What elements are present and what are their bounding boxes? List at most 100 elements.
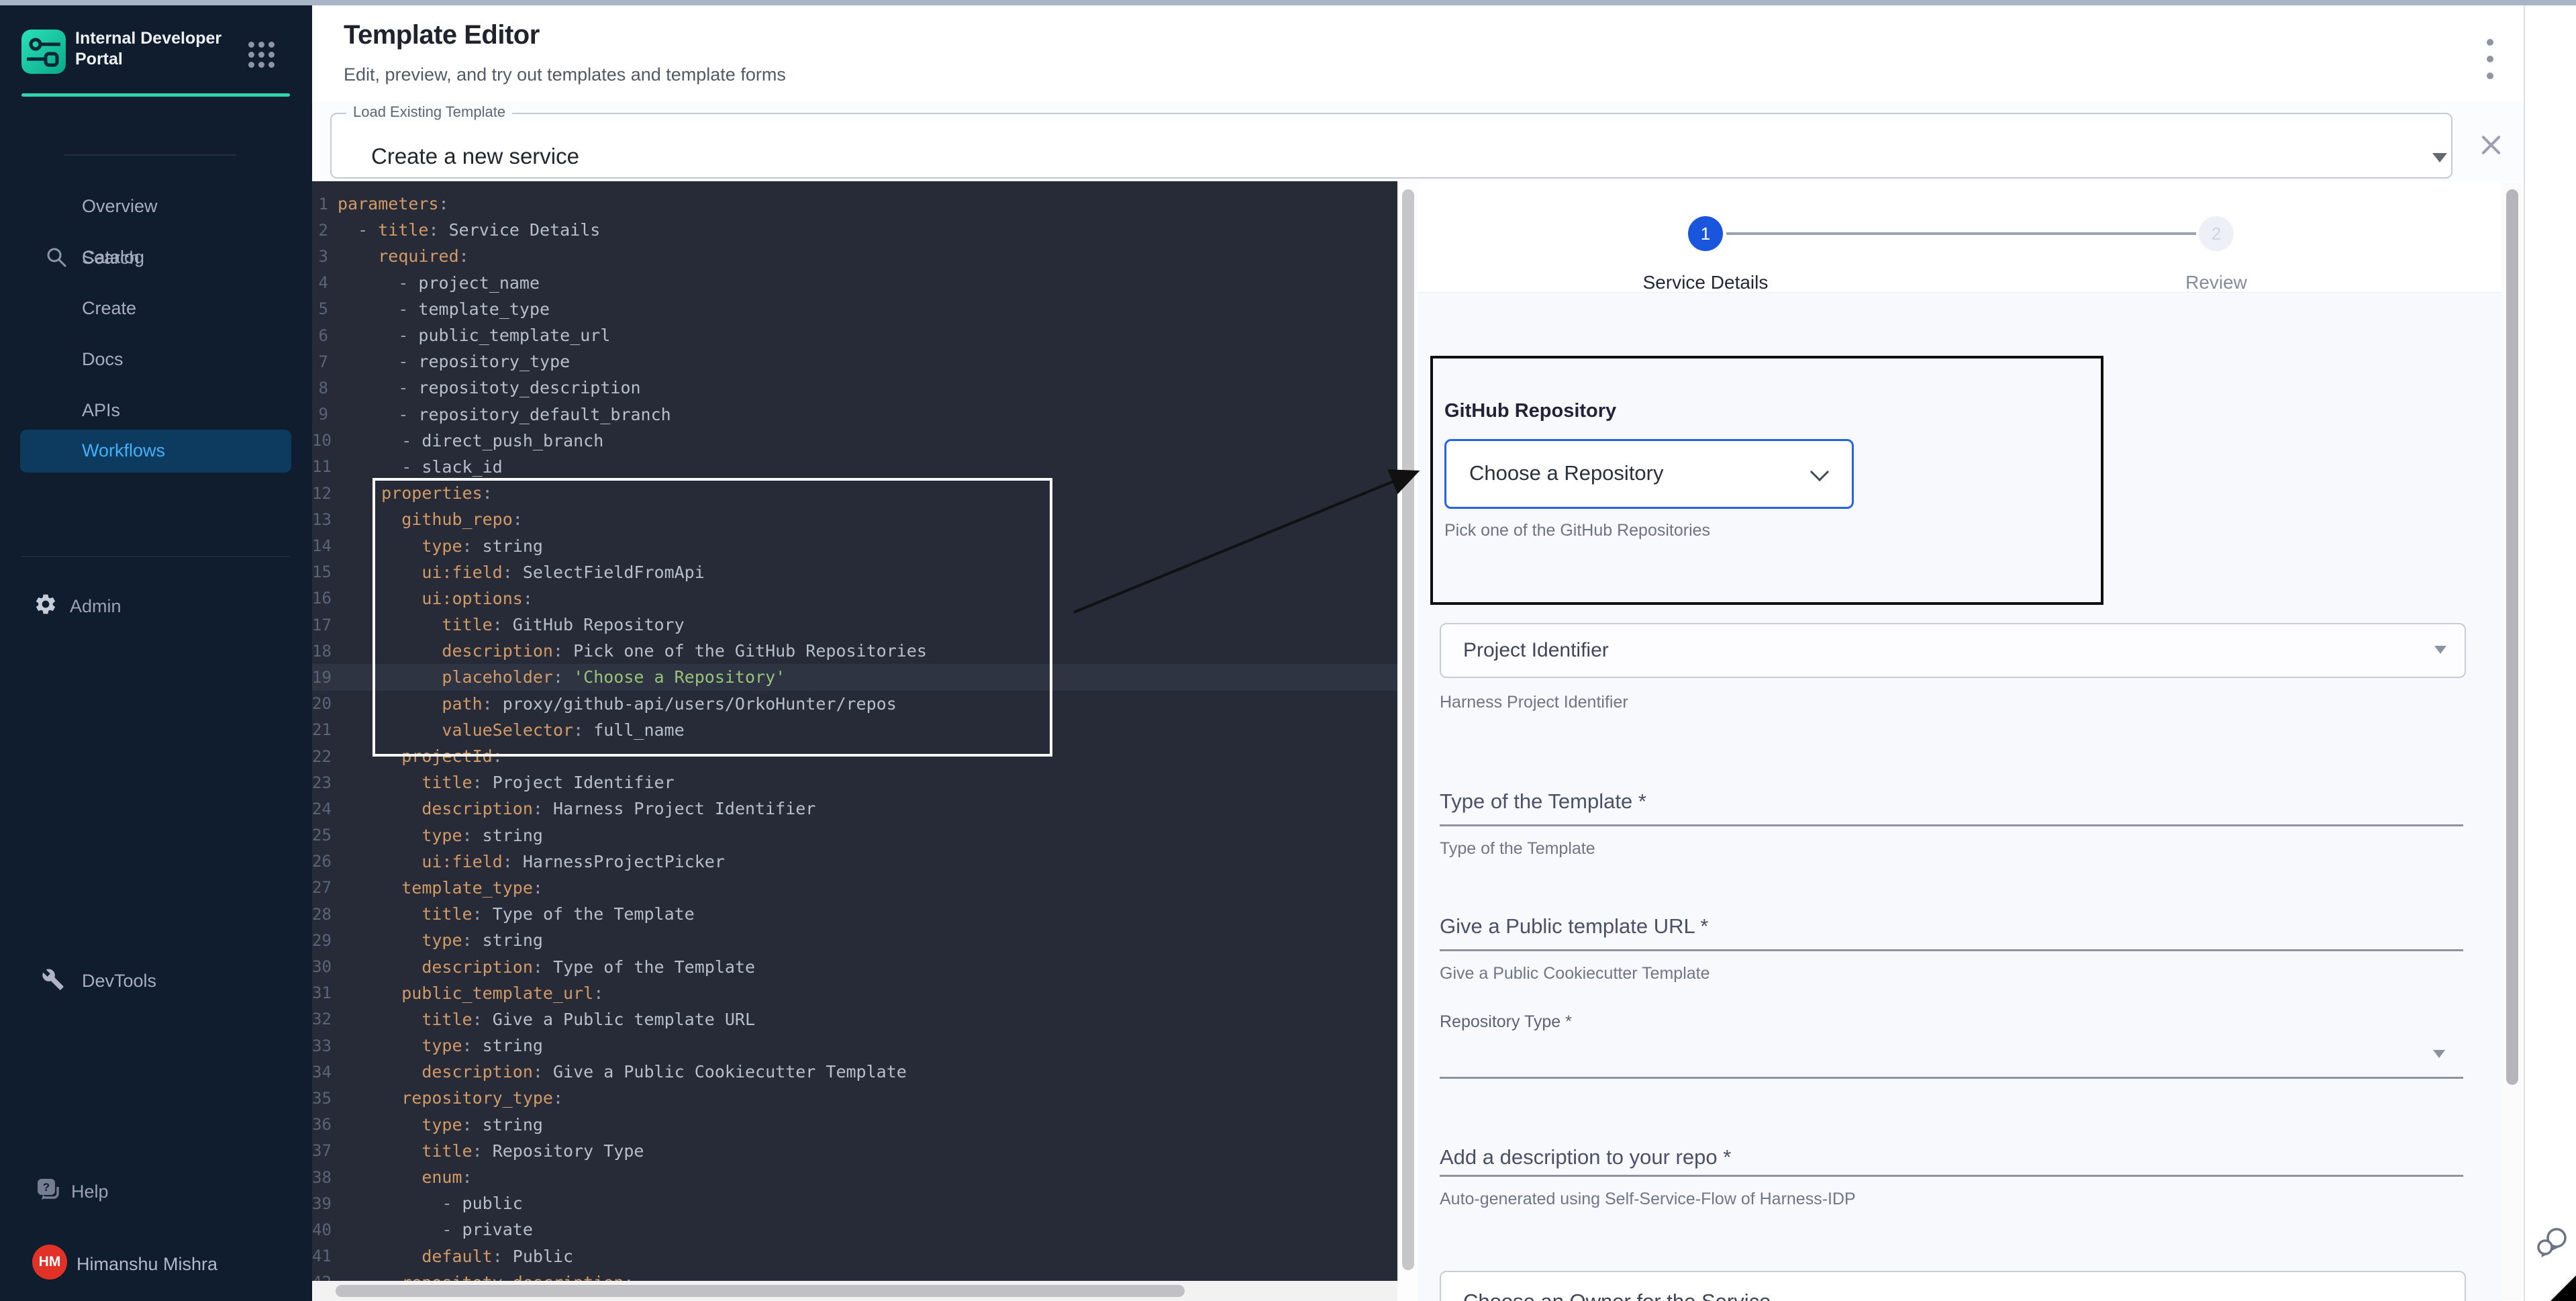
line-number: 34 xyxy=(312,1063,332,1081)
code-line[interactable]: 32 title: Give a Public template URL xyxy=(312,1006,1397,1032)
code-text: default: Public xyxy=(332,1247,573,1266)
app-title: Internal Developer Portal xyxy=(75,28,256,70)
sidebar-item-docs[interactable]: Docs xyxy=(0,340,312,379)
kebab-menu-icon[interactable] xyxy=(2477,39,2504,86)
close-icon[interactable] xyxy=(2479,134,2502,156)
code-line[interactable]: 26 ui:field: HarnessProjectPicker xyxy=(312,849,1397,875)
code-text: repository_type: xyxy=(332,1088,563,1108)
code-text: - slack_id xyxy=(332,457,503,477)
sidebar-item-apis[interactable]: APIs xyxy=(0,391,312,430)
editor-vertical-scrollbar-thumb[interactable] xyxy=(1402,189,1414,1270)
code-text: title: Project Identifier xyxy=(332,773,675,792)
code-text: type: string xyxy=(332,930,543,950)
service-owner-select[interactable]: Choose an Owner for the Service xyxy=(1440,1271,2466,1301)
code-line[interactable]: 10 - direct_push_branch xyxy=(312,428,1397,454)
code-line[interactable]: 36 type: string xyxy=(312,1112,1397,1138)
code-text: description: Give a Public Cookiecutter … xyxy=(332,1062,907,1081)
template-form-preview xyxy=(1418,181,2501,1301)
sidebar-item-admin[interactable]: Admin xyxy=(70,596,121,617)
code-line[interactable]: 27 template_type: xyxy=(312,875,1397,901)
stepper xyxy=(1418,181,2501,293)
github-repository-select[interactable]: Choose a Repository xyxy=(1444,439,1854,509)
line-number: 19 xyxy=(312,668,332,687)
stepper-connector xyxy=(1726,232,2196,235)
code-line[interactable]: 33 type: string xyxy=(312,1032,1397,1059)
service-owner-value: Choose an Owner for the Service xyxy=(1463,1290,1771,1301)
sidebar-item-create[interactable]: Create xyxy=(0,289,312,328)
template-type-helper: Type of the Template xyxy=(1440,839,1595,859)
line-number: 20 xyxy=(312,694,332,713)
code-line[interactable]: 25 type: string xyxy=(312,822,1397,849)
line-number: 36 xyxy=(312,1115,332,1134)
yaml-code-editor[interactable]: 1parameters:2 - title: Service Details3 … xyxy=(312,181,1397,1301)
code-line[interactable]: 31 public_template_url: xyxy=(312,980,1397,1006)
code-line[interactable]: 41 default: Public xyxy=(312,1243,1397,1269)
line-number: 16 xyxy=(312,589,332,608)
code-line[interactable]: 7 - repository_type xyxy=(312,348,1397,375)
code-line[interactable]: 34 description: Give a Public Cookiecutt… xyxy=(312,1059,1397,1085)
line-number: 35 xyxy=(312,1089,332,1108)
sidebar-item-catalog[interactable]: Catalog xyxy=(0,238,312,277)
editor-horizontal-scrollbar-thumb[interactable] xyxy=(336,1285,1185,1297)
code-line[interactable]: 30 description: Type of the Template xyxy=(312,953,1397,979)
code-line[interactable]: 5 - template_type xyxy=(312,296,1397,322)
github-repository-label: GitHub Repository xyxy=(1444,400,1616,422)
load-template-row: Create a new service Load Existing Templ… xyxy=(312,101,2524,181)
stepper-step-2[interactable]: 2 xyxy=(2199,216,2234,251)
github-repository-helper: Pick one of the GitHub Repositories xyxy=(1444,521,1710,540)
line-number: 26 xyxy=(312,852,332,871)
code-line[interactable]: 40 - private xyxy=(312,1216,1397,1243)
sidebar-item-workflows-active[interactable]: Workflows xyxy=(20,430,291,473)
code-line[interactable]: 8 - repositoty_description xyxy=(312,375,1397,401)
support-chat-icon[interactable] xyxy=(2537,1227,2569,1261)
repository-type-select[interactable] xyxy=(1440,1077,2463,1079)
sidebar-item-help[interactable]: Help xyxy=(71,1182,109,1202)
code-text: title: Give a Public template URL xyxy=(332,1010,755,1029)
code-line[interactable]: 2 - title: Service Details xyxy=(312,217,1397,243)
form-vertical-scrollbar-thumb[interactable] xyxy=(2506,189,2518,1085)
code-line[interactable]: 6 - public_template_url xyxy=(312,322,1397,348)
code-text: type: string xyxy=(332,826,543,845)
code-text: public_template_url: xyxy=(332,983,603,1003)
template-type-input[interactable] xyxy=(1440,824,2463,826)
code-line[interactable]: 28 title: Type of the Template xyxy=(312,901,1397,927)
help-icon: ? xyxy=(35,1177,62,1204)
project-identifier-select[interactable]: Project Identifier xyxy=(1440,623,2466,678)
code-line[interactable]: 24 description: Harness Project Identifi… xyxy=(312,796,1397,822)
template-type-input-label: Type of the Template * xyxy=(1440,789,1646,814)
code-line[interactable]: 1parameters: xyxy=(312,191,1397,217)
user-name[interactable]: Himanshu Mishra xyxy=(77,1254,217,1275)
app-logo-icon[interactable] xyxy=(21,30,66,74)
code-line[interactable]: 35 repository_type: xyxy=(312,1085,1397,1111)
sidebar-item-label: Workflows xyxy=(82,440,165,461)
code-line[interactable]: 9 - repository_default_branch xyxy=(312,401,1397,428)
line-number: 22 xyxy=(312,747,332,766)
sidebar-divider xyxy=(21,556,290,557)
repo-description-input[interactable] xyxy=(1440,1175,2463,1177)
sidebar-divider xyxy=(64,154,236,156)
code-line[interactable]: 3 required: xyxy=(312,243,1397,269)
sidebar-item-devtools[interactable]: DevTools xyxy=(0,483,312,521)
line-number: 28 xyxy=(312,905,332,924)
sidebar-item-overview[interactable]: Overview xyxy=(0,187,312,226)
load-existing-template-select[interactable]: Create a new service xyxy=(330,113,2453,179)
sidebar-item-label: Docs xyxy=(82,349,123,370)
public-template-url-input[interactable] xyxy=(1440,949,2463,951)
code-line[interactable]: 23 title: Project Identifier xyxy=(312,769,1397,796)
code-text: type: string xyxy=(332,1115,543,1135)
line-number: 14 xyxy=(312,536,332,555)
sidebar-item-search[interactable]: Search xyxy=(0,125,312,152)
user-avatar[interactable]: HM xyxy=(32,1245,67,1280)
code-line[interactable]: 38 enum: xyxy=(312,1164,1397,1190)
code-text: - public xyxy=(332,1194,523,1213)
line-number: 11 xyxy=(312,457,332,476)
wrench-icon xyxy=(42,968,64,991)
code-line[interactable]: 39 - public xyxy=(312,1190,1397,1216)
app-grid-icon[interactable] xyxy=(248,42,275,68)
code-line[interactable]: 37 title: Repository Type xyxy=(312,1138,1397,1164)
code-text: description: Harness Project Identifier xyxy=(332,799,815,818)
stepper-step-1[interactable]: 1 xyxy=(1688,216,1723,251)
code-line[interactable]: 29 type: string xyxy=(312,927,1397,953)
annotation-arrow xyxy=(1067,463,1433,621)
code-line[interactable]: 4 - project_name xyxy=(312,270,1397,296)
